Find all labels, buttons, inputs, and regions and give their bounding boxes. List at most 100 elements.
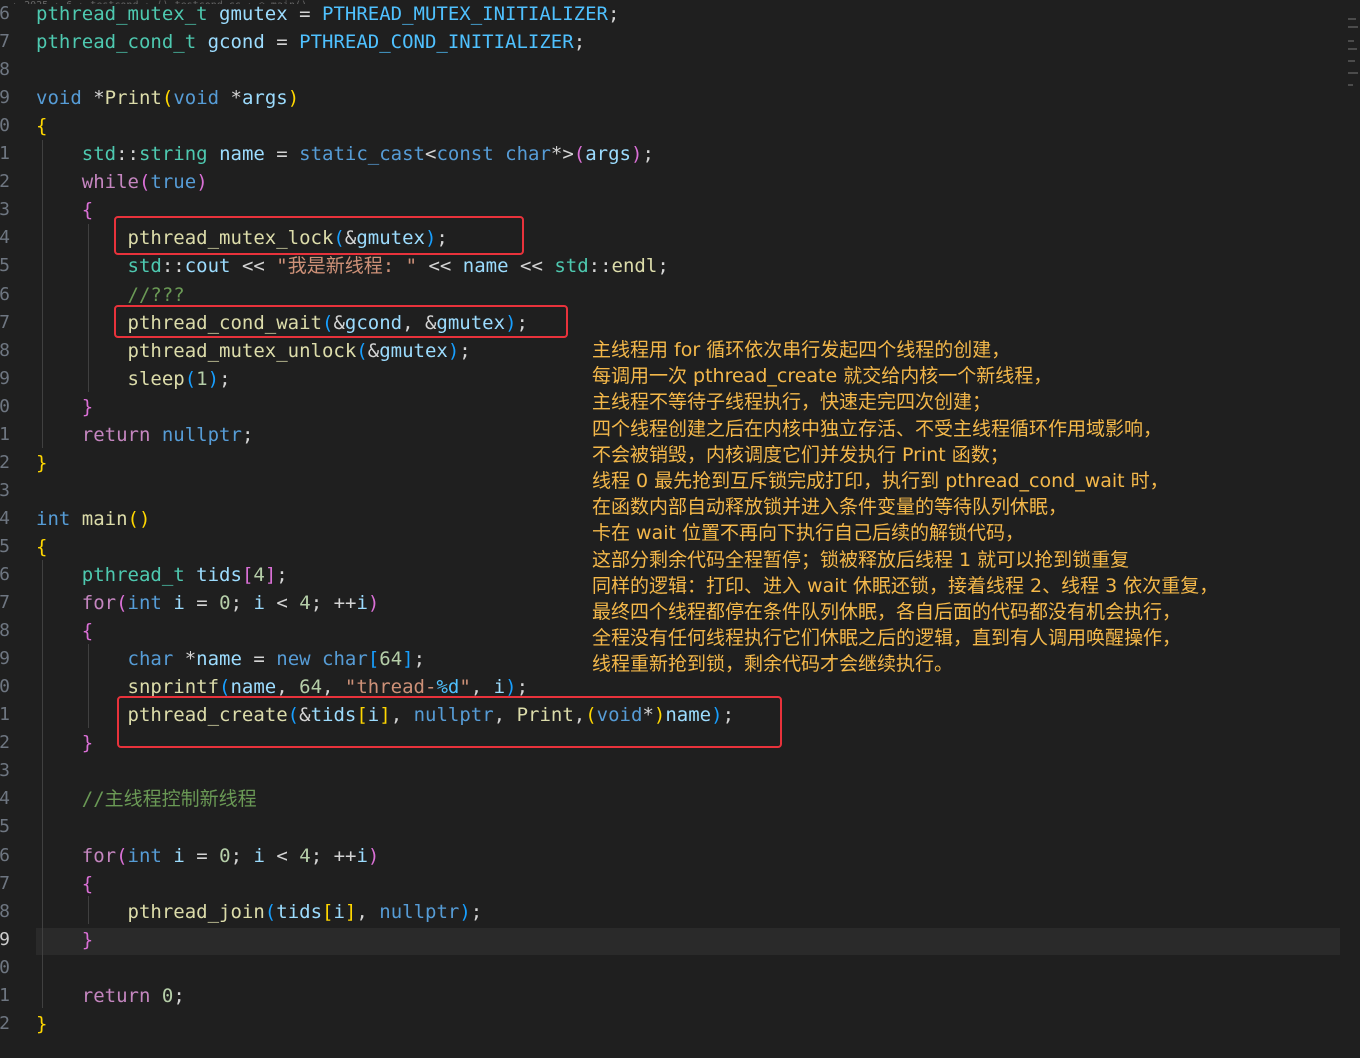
code-line[interactable]: 0 [0,954,1340,982]
highlight-box-cond-wait [114,305,568,338]
code-text: void *Print(void *args) [36,84,299,112]
code-line[interactable]: 9 } [0,926,1340,954]
code-line[interactable]: 3 [0,757,1340,785]
code-token: "我是新线程: " [276,255,418,278]
code-token: for [81,844,117,867]
code-line[interactable]: 9 void *Print(void *args) [0,84,1340,112]
line-number: 7 [0,31,10,53]
code-editor[interactable]: … › 2025 › 6 › testcond › ⟨⟩ testcond.cc… [0,0,1360,1058]
code-token: , [322,676,345,699]
line-number: 2 [0,171,10,193]
code-line[interactable]: 8 pthread_join(tids[i], nullptr); [0,898,1340,926]
annotation-line: 主线程不等待子线程执行，快速走完四次创建； [592,391,992,414]
code-token: ; [459,339,471,362]
code-token: { [81,620,94,643]
code-line[interactable]: 0{ [0,112,1340,140]
code-text: } [36,729,93,757]
line-number: 8 [0,620,10,642]
code-token: ; [230,592,254,615]
code-line[interactable]: 5 std::cout << "我是新线程: " << name << std:… [0,252,1340,280]
code-line[interactable]: 7 { [0,870,1340,898]
highlight-box-mutex-lock [114,216,524,255]
code-token: = [241,648,277,671]
code-token: < [264,844,300,867]
code-token: :: [588,255,612,278]
annotation-line: 不会被销毁，内核调度它们并发执行 Print 函数； [592,443,1009,466]
line-number: 9 [0,928,10,950]
annotation-line: 线程 0 最先抢到互斥锁完成打印，执行到 pthread_cond_wait 时… [592,470,1169,493]
code-line[interactable]: 7 pthread_cond_t gcond = PTHREAD_COND_INI… [0,28,1340,56]
line-number: 1 [0,423,10,445]
code-line[interactable]: 6 for(int i = 0; i < 4; ++i) [0,842,1340,870]
code-token: { [81,872,94,895]
code-token: main [81,507,128,530]
code-text: while(true) [36,168,208,196]
code-token: i [253,592,265,615]
line-number: 2 [0,732,10,754]
code-token: ( [116,592,128,615]
line-number: 8 [0,59,10,81]
code-token: std [127,255,162,278]
code-token: PTHREAD_COND_INITIALIZER [299,31,574,54]
code-token: ; [657,255,669,278]
code-token: ) [447,339,460,362]
code-token: 0 [161,984,174,1007]
line-number: 3 [0,760,10,782]
code-token: * [81,87,105,110]
code-token: ; [276,564,288,586]
code-token: ( [116,844,128,867]
code-token: //??? [127,283,185,306]
line-number: 9 [0,648,10,670]
code-token: 4 [253,564,265,586]
code-token: tids [196,564,242,586]
line-number: 4 [0,227,10,249]
code-line[interactable]: 2} [0,1010,1340,1038]
code-token: void [36,87,82,110]
code-token: pthread_mutex_unlock [127,339,357,362]
code-token: *> [550,143,574,166]
annotation-line: 每调用一次 pthread_create 就交给内核一个新线程， [592,365,1053,388]
code-line[interactable]: 1 std::string name = static_cast<const c… [0,140,1340,168]
code-token: ) [367,844,380,867]
code-token: ) [207,367,220,390]
line-number: 9 [0,87,10,109]
code-line[interactable]: 1 return 0; [0,982,1340,1010]
code-line[interactable]: 4 //主线程控制新线程 [0,785,1340,813]
line-number: 6 [0,564,10,585]
code-token: [ [367,648,380,671]
code-token: ; [413,648,426,671]
code-token: < [425,143,437,166]
code-token: snprintf [127,676,220,699]
code-token: int [127,592,162,615]
code-token: i [173,592,185,615]
code-token: { [81,199,94,222]
code-text: std::string name = static_cast<const cha… [36,140,654,168]
code-text: { [36,196,93,224]
code-token: ; [241,423,254,446]
vertical-scrollbar[interactable] [1346,0,1360,1058]
code-token: char [322,648,368,671]
code-token: for [81,592,117,615]
code-line[interactable]: 8 [0,56,1340,84]
code-line[interactable]: 5 [0,813,1340,841]
code-text: int main() [36,505,150,533]
line-number: 1 [0,984,10,1006]
line-number: 0 [0,395,10,417]
code-token: ) [505,676,517,699]
code-text: std::cout << "我是新线程: " << name << std::e… [36,252,669,280]
code-line[interactable]: 2 while(true) [0,168,1340,196]
indent-guide [88,644,89,728]
code-token: i [253,844,265,867]
code-token: ; ++ [310,844,357,867]
code-text: sleep(1); [36,365,231,393]
code-token: int [127,844,162,867]
code-text: pthread_mutex_unlock(&gmutex); [36,337,471,365]
code-token: = [184,844,220,867]
annotation-text: 主线程用 for 循环依次串行发起四个线程的创建， 每调用一次 pthread_c… [592,337,1332,678]
line-number: 0 [0,956,10,978]
code-line[interactable]: 6 pthread_mutex_t gmutex = PTHREAD_MUTEX_… [0,0,1340,28]
